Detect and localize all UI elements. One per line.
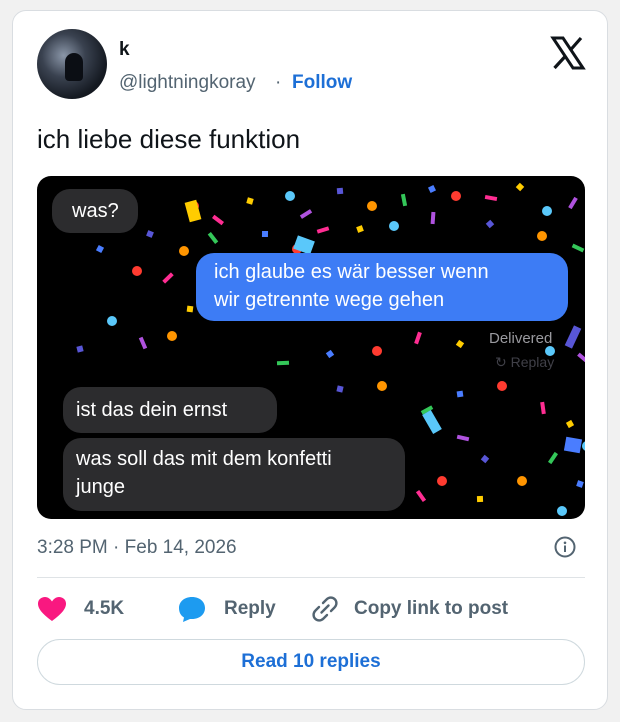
confetti-piece — [571, 243, 585, 253]
confetti-piece — [437, 476, 447, 486]
message-bubble-sent: ich glaube es wär besser wenn wir getren… — [196, 253, 568, 321]
heart-icon — [38, 597, 66, 621]
confetti-piece — [456, 390, 464, 398]
copy-link-button[interactable]: Copy link to post — [311, 593, 508, 625]
confetti-piece — [132, 266, 142, 276]
confetti-piece — [285, 191, 295, 201]
action-bar: 4.5K Reply Copy link to post — [37, 593, 585, 625]
confetti-piece — [427, 184, 437, 194]
confetti-piece — [563, 436, 583, 454]
confetti-piece — [484, 194, 498, 202]
confetti-piece — [276, 360, 290, 366]
confetti-piece — [299, 209, 313, 219]
confetti-piece — [557, 506, 567, 516]
confetti-piece — [261, 230, 269, 238]
read-replies-button[interactable]: Read 10 replies — [37, 639, 585, 685]
confetti-piece — [476, 495, 484, 503]
x-logo-icon[interactable] — [550, 35, 586, 71]
info-icon[interactable] — [554, 536, 576, 558]
replay-label: ↻ Replay — [495, 354, 555, 370]
confetti-piece — [246, 197, 254, 205]
confetti-piece — [207, 232, 219, 244]
confetti-piece — [542, 206, 552, 216]
confetti-piece — [372, 346, 382, 356]
confetti-piece — [455, 339, 465, 349]
confetti-piece — [316, 226, 330, 234]
message-text: was? — [72, 200, 119, 222]
message-text: wir getrennte wege gehen — [214, 289, 445, 311]
confetti-piece — [422, 409, 442, 435]
confetti-piece — [565, 419, 575, 429]
media-video[interactable]: was? ich glaube es wär besser wenn wir g… — [37, 176, 585, 519]
confetti-piece — [485, 219, 495, 229]
tweet-card: k @lightningkoray · Follow ich liebe die… — [12, 10, 608, 710]
confetti-piece — [547, 451, 559, 465]
confetti-piece — [515, 182, 525, 192]
confetti-piece — [212, 214, 224, 226]
confetti-piece — [577, 352, 585, 364]
confetti-piece — [107, 316, 117, 326]
confetti-piece — [184, 199, 202, 223]
message-bubble-received: was? — [52, 189, 138, 233]
confetti-piece — [336, 385, 344, 393]
confetti-piece — [377, 381, 387, 391]
confetti-piece — [179, 246, 189, 256]
confetti-piece — [451, 191, 461, 201]
reply-label: Reply — [224, 598, 276, 619]
confetti-piece — [138, 336, 148, 350]
confetti-piece — [336, 187, 344, 195]
timestamp[interactable]: 3:28 PM · Feb 14, 2026 — [37, 537, 237, 559]
confetti-piece — [95, 244, 105, 254]
confetti-piece — [582, 441, 585, 451]
message-text: junge — [76, 476, 125, 498]
confetti-piece — [497, 381, 507, 391]
confetti-piece — [76, 345, 84, 353]
confetti-piece — [162, 272, 174, 284]
reply-bubble-icon — [179, 597, 205, 622]
delivered-status: Delivered — [489, 330, 553, 347]
message-text: was soll das mit dem konfetti — [76, 448, 332, 470]
confetti-piece — [367, 201, 377, 211]
confetti-piece — [415, 489, 427, 503]
confetti-piece — [430, 211, 436, 225]
confetti-piece — [400, 193, 408, 207]
confetti-piece — [167, 331, 177, 341]
confetti-piece — [540, 401, 546, 415]
message-bubble-received: was soll das mit dem konfetti junge — [63, 438, 405, 511]
copy-link-label: Copy link to post — [354, 598, 509, 619]
confetti-piece — [568, 196, 578, 210]
author-handle[interactable]: @lightningkoray — [119, 72, 256, 94]
confetti-piece — [480, 454, 490, 464]
confetti-piece — [356, 225, 364, 233]
confetti-piece — [146, 230, 154, 238]
confetti-piece — [517, 476, 527, 486]
avatar[interactable] — [37, 29, 107, 99]
confetti-piece — [325, 349, 335, 359]
confetti-piece — [576, 480, 584, 488]
follow-button[interactable]: Follow — [292, 72, 352, 94]
like-count: 4.5K — [84, 598, 125, 619]
confetti-piece — [389, 221, 399, 231]
confetti-piece — [414, 331, 422, 345]
divider — [37, 577, 585, 578]
message-text: ist das dein ernst — [76, 399, 228, 421]
reply-button[interactable]: Reply — [177, 593, 276, 625]
like-button[interactable]: 4.5K — [37, 593, 124, 625]
separator-dot: · — [275, 72, 282, 93]
confetti-piece — [564, 325, 582, 349]
link-icon — [312, 596, 338, 622]
tweet-text: ich liebe diese funktion — [37, 124, 301, 154]
author-name[interactable]: k — [119, 39, 130, 61]
message-bubble-received: ist das dein ernst — [63, 387, 277, 433]
confetti-piece — [537, 231, 547, 241]
confetti-piece — [456, 434, 470, 442]
message-text: ich glaube es wär besser wenn — [214, 261, 489, 283]
confetti-piece — [186, 305, 194, 313]
